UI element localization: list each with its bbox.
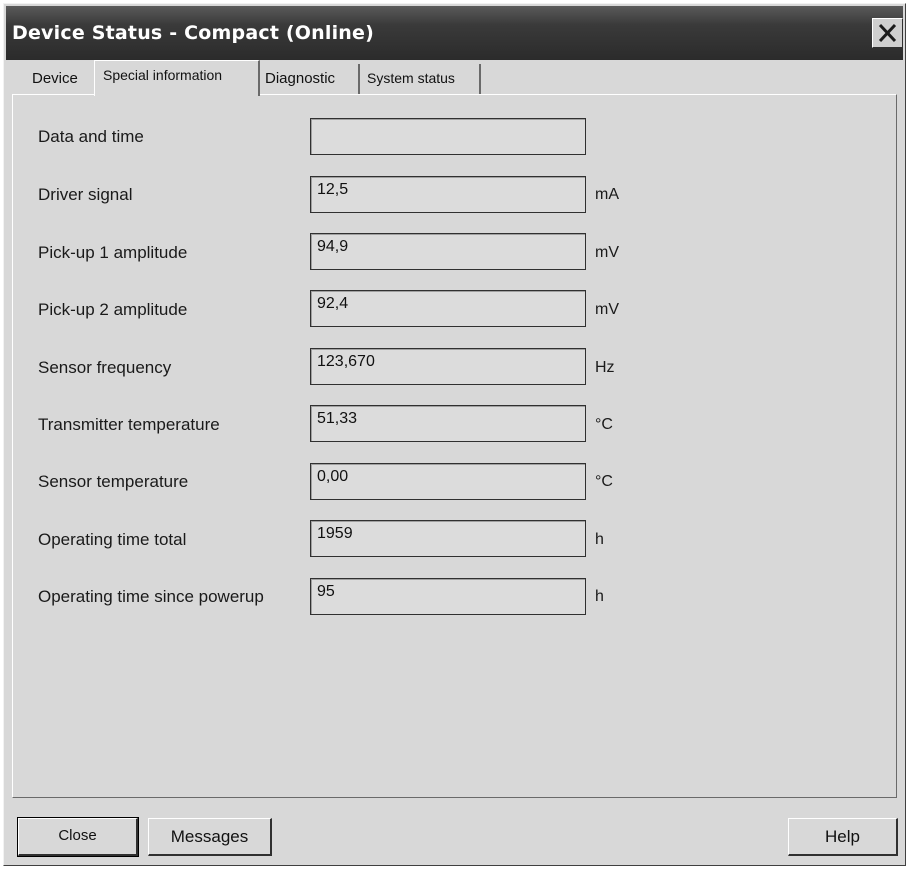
unit-label: °C xyxy=(595,473,613,490)
unit-label: mV xyxy=(595,244,619,261)
close-button[interactable]: Close xyxy=(17,817,139,857)
window-title: Device Status - Compact (Online) xyxy=(12,22,375,44)
sensor-frequency-field[interactable]: 123,670 xyxy=(310,348,586,385)
tab-diagnostic[interactable]: Diagnostic xyxy=(260,64,360,94)
pickup-2-amplitude-field[interactable]: 92,4 xyxy=(310,290,586,327)
close-x-icon[interactable] xyxy=(872,18,903,48)
title-bar[interactable]: Device Status - Compact (Online) xyxy=(6,6,903,60)
unit-label: mV xyxy=(595,301,619,318)
unit-label: h xyxy=(595,588,604,605)
field-label: Sensor temperature xyxy=(38,472,189,491)
date-time-field[interactable] xyxy=(310,118,586,155)
pickup-1-amplitude-field[interactable]: 94,9 xyxy=(310,233,586,270)
operating-time-total-field[interactable]: 1959 xyxy=(310,520,586,557)
field-label: Driver signal xyxy=(38,185,133,204)
operating-time-since-powerup-field[interactable]: 95 xyxy=(310,578,586,615)
tab-special-information[interactable]: Special information xyxy=(94,60,260,96)
unit-label: Hz xyxy=(595,359,615,376)
tab-system-status[interactable]: System status xyxy=(361,64,481,94)
unit-label: mA xyxy=(595,186,619,203)
field-label: Data and time xyxy=(38,127,144,146)
field-label: Operating time total xyxy=(38,530,187,549)
tab-device[interactable]: Device xyxy=(20,64,94,94)
field-label: Sensor frequency xyxy=(38,358,172,377)
transmitter-temperature-field[interactable]: 51,33 xyxy=(310,405,586,442)
messages-button[interactable]: Messages xyxy=(148,818,272,856)
unit-label: °C xyxy=(595,416,613,433)
sensor-temperature-field[interactable]: 0,00 xyxy=(310,463,586,500)
field-label: Transmitter temperature xyxy=(38,415,220,434)
unit-label: h xyxy=(595,531,604,548)
help-button[interactable]: Help xyxy=(788,818,898,856)
field-label: Operating time since powerup xyxy=(38,587,264,606)
field-label: Pick-up 1 amplitude xyxy=(38,243,188,262)
field-label: Pick-up 2 amplitude xyxy=(38,300,188,319)
driver-signal-field[interactable]: 12,5 xyxy=(310,176,586,213)
